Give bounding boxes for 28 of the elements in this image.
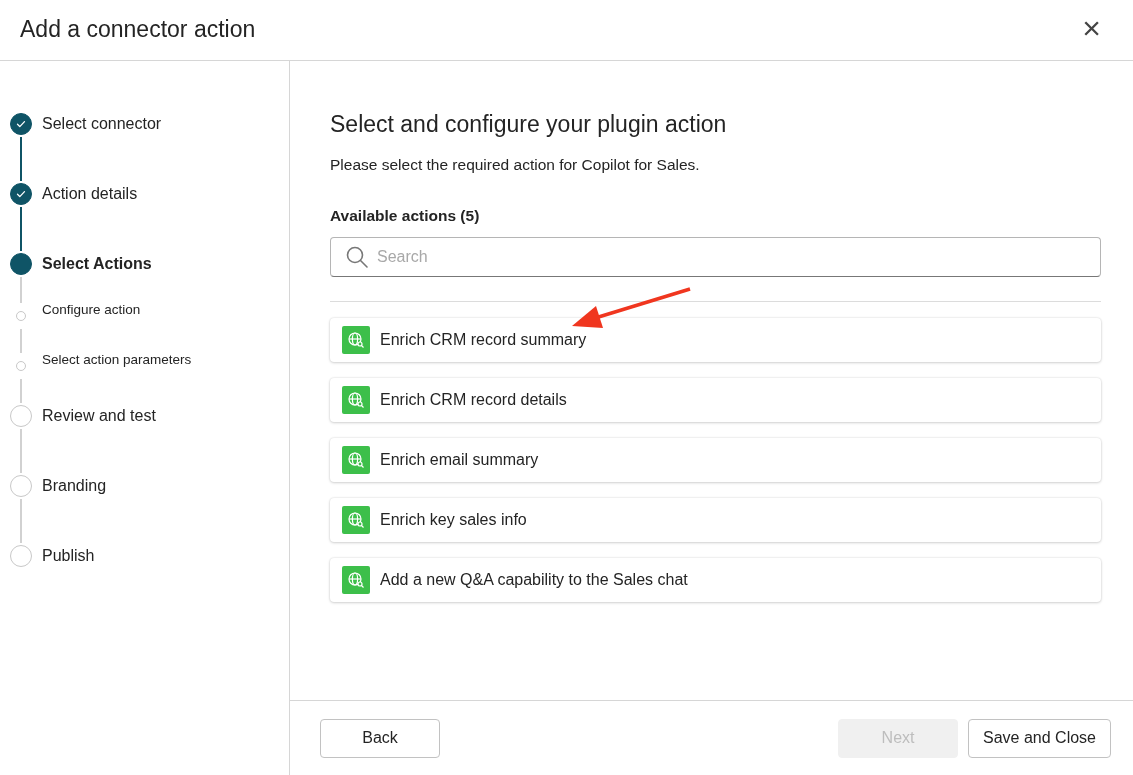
step-label: Review and test — [42, 406, 156, 426]
footer-button[interactable]: Back — [320, 718, 440, 758]
globe-icon — [342, 386, 370, 415]
close-button[interactable]: × — [1070, 12, 1113, 48]
search-field[interactable]: Search — [330, 237, 1101, 278]
footer-button[interactable]: Save and Close — [968, 718, 1111, 758]
section-description: Please select the required action for Copilot for Sales. — [330, 154, 701, 175]
step-label: Configure action — [42, 301, 141, 319]
list-label: Available actions (5) — [330, 205, 481, 226]
step-label: Select connector — [42, 114, 162, 134]
action-item[interactable]: Enrich CRM record details — [330, 378, 1101, 423]
action-item[interactable]: Enrich email summary — [330, 438, 1101, 483]
action-item[interactable]: Enrich CRM record summary — [330, 318, 1101, 363]
step-label: Select action parameters — [42, 351, 192, 369]
checkmark-icon — [15, 118, 27, 130]
dialog-title: Add a connector action — [20, 16, 256, 44]
globe-icon — [342, 326, 370, 355]
action-item[interactable]: Enrich key sales info — [330, 498, 1101, 543]
step-label: Action details — [42, 184, 138, 204]
step-label: Branding — [42, 476, 107, 496]
globe-icon — [342, 446, 370, 475]
globe-icon — [342, 506, 370, 535]
step-label: Publish — [42, 546, 95, 566]
action-item[interactable]: Add a new Q&A capability to the Sales chat — [330, 558, 1101, 603]
globe-icon — [342, 566, 370, 595]
step-label: Select Actions — [42, 254, 152, 274]
checkmark-icon — [15, 188, 27, 200]
section-heading: Select and configure your plugin action — [330, 111, 728, 139]
